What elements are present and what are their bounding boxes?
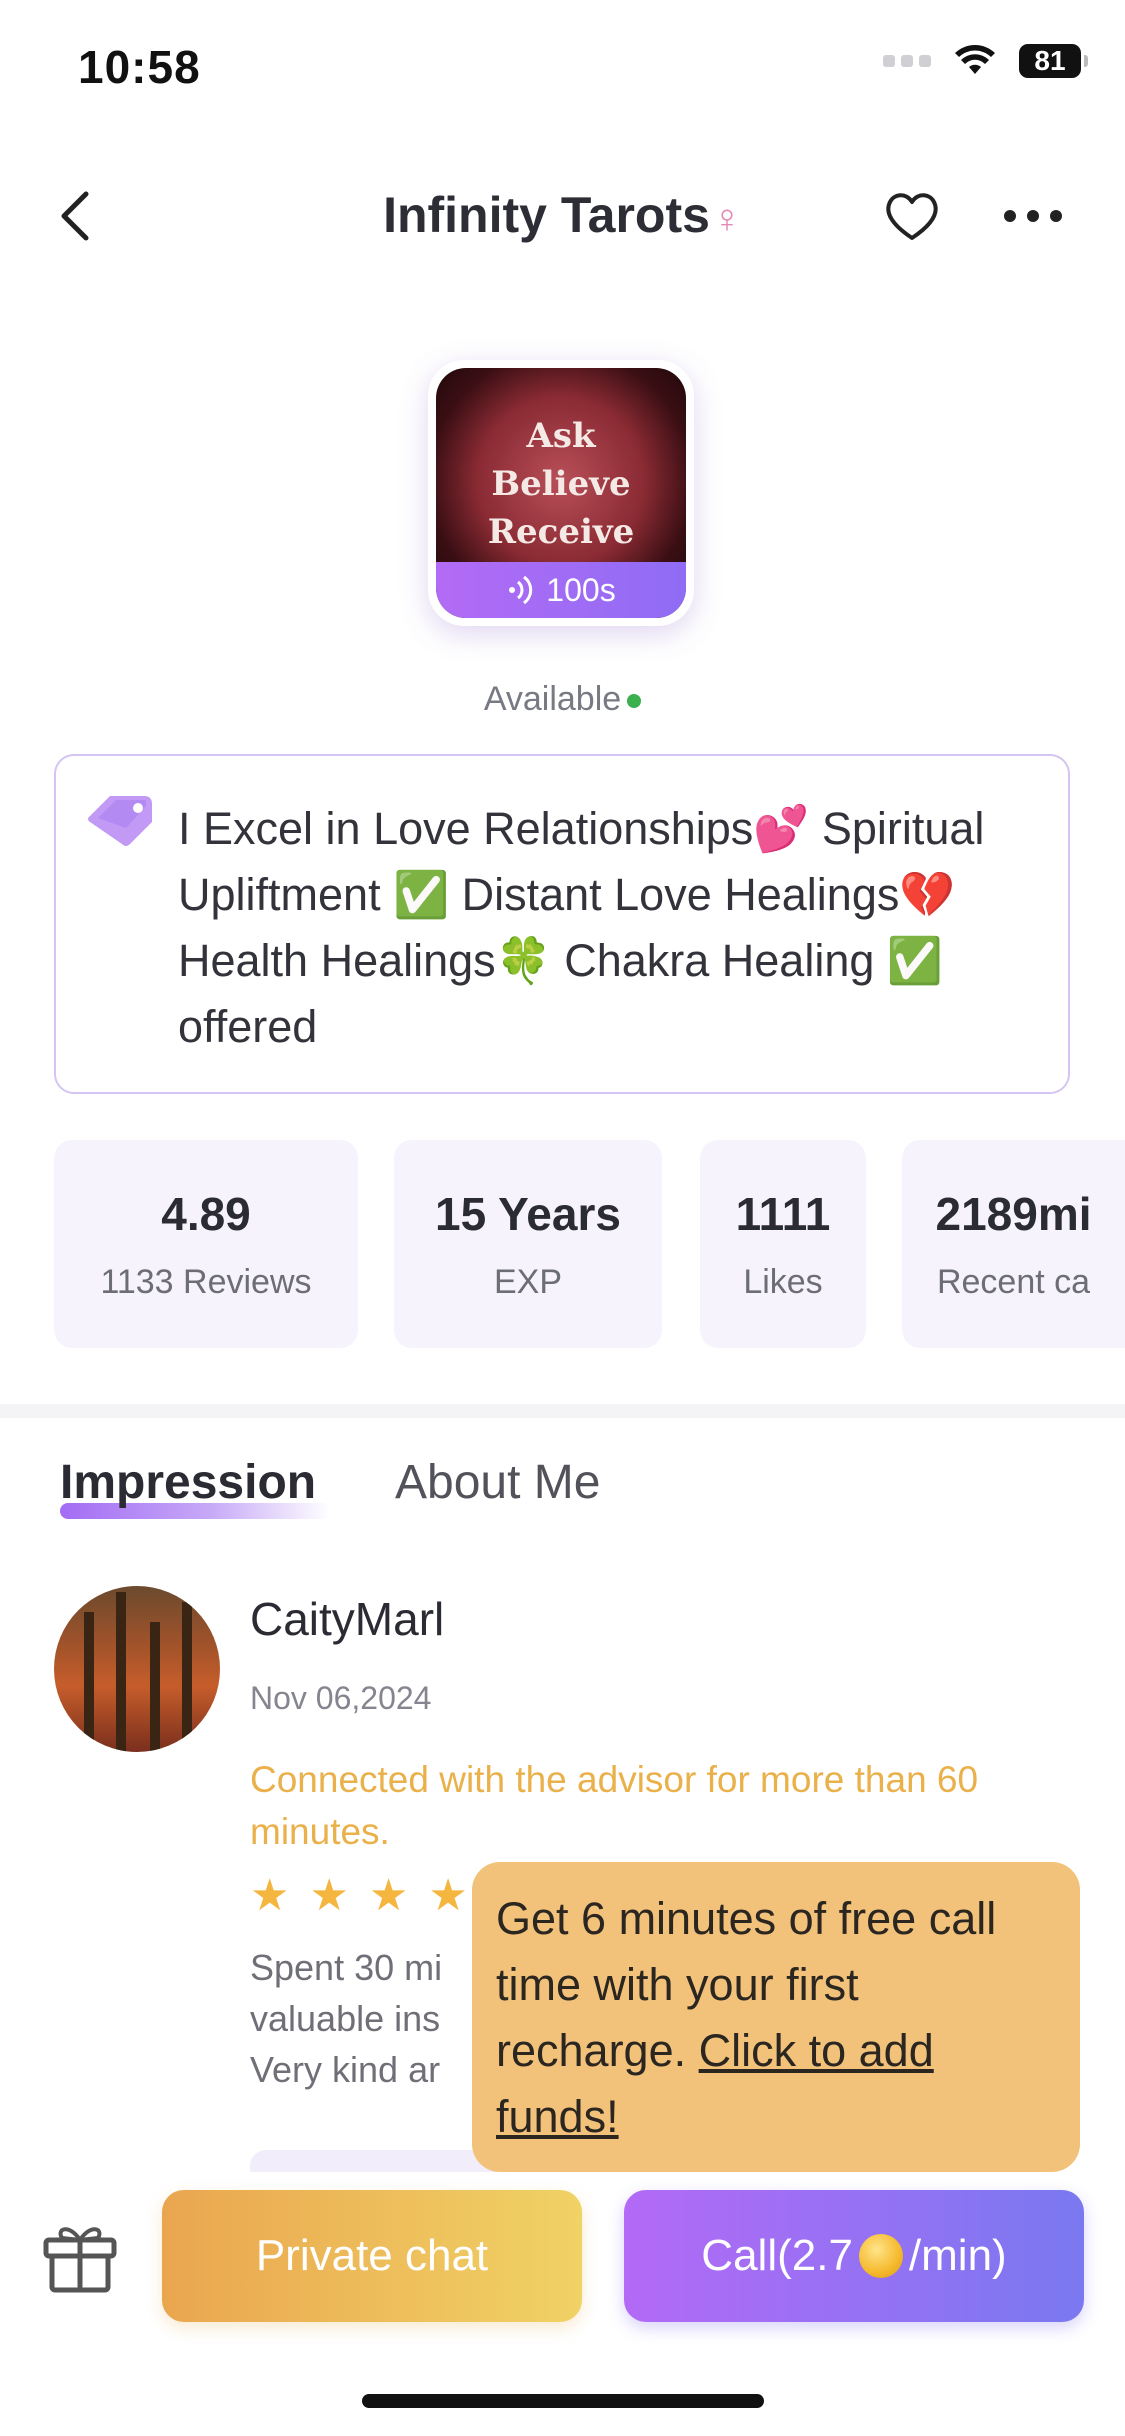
- star-icon: ★: [250, 1871, 290, 1920]
- section-divider: [0, 1404, 1125, 1418]
- page-title: Infinity Tarots♀: [0, 186, 1125, 244]
- status-time: 10:58: [78, 41, 201, 93]
- private-chat-button[interactable]: Private chat: [162, 2190, 582, 2322]
- call-rate-label: Call(2.7: [701, 2231, 853, 2280]
- likes-stat: 1111 Likes: [700, 1140, 866, 1348]
- avatar-image: Ask Believe Receive 100s: [436, 368, 686, 618]
- online-dot-icon: [627, 694, 642, 709]
- audio-duration: 100s: [546, 571, 616, 608]
- coin-icon: [858, 2234, 903, 2278]
- audio-wave-icon: [509, 575, 533, 605]
- tag-icon: [88, 796, 152, 846]
- star-icon: ★: [309, 1871, 349, 1920]
- call-rate-unit: /min): [908, 2231, 1007, 2280]
- avatar-wax-seal-text: Ask Believe Receive: [487, 416, 635, 552]
- review-date: Nov 06,2024: [250, 1680, 432, 1716]
- first-recharge-promo[interactable]: Get 6 minutes of free call time with you…: [472, 1862, 1080, 2172]
- cellular-signal-icon: [883, 55, 931, 67]
- availability-status: Available: [0, 680, 1125, 719]
- rating-stat[interactable]: 4.89 1133 Reviews: [54, 1140, 358, 1348]
- star-icon: ★: [428, 1871, 468, 1920]
- advisor-name: Infinity Tarots: [383, 187, 710, 243]
- reviewer-avatar: [54, 1586, 220, 1752]
- tab-about-me[interactable]: About Me: [395, 1455, 600, 1510]
- connection-duration-note: Connected with the advisor for more than…: [250, 1759, 979, 1852]
- specialty-description: I Excel in Love Relationships💕 Spiritual…: [178, 803, 985, 1052]
- favorite-heart-icon[interactable]: [882, 188, 942, 244]
- reviewer-name: CaityMarl: [250, 1593, 445, 1645]
- review-stars: ★ ★ ★ ★: [250, 1874, 468, 1918]
- status-icons: 81: [883, 44, 1088, 78]
- advisor-avatar[interactable]: Ask Believe Receive 100s: [428, 360, 694, 626]
- experience-stat: 15 Years EXP: [394, 1140, 662, 1348]
- battery-indicator: 81: [1019, 44, 1088, 78]
- tab-impression[interactable]: Impression: [60, 1455, 316, 1510]
- female-icon: ♀: [711, 197, 742, 241]
- wifi-icon: [955, 45, 995, 74]
- call-button[interactable]: Call(2.7 /min): [624, 2190, 1084, 2322]
- audio-intro-button[interactable]: 100s: [436, 562, 686, 618]
- home-indicator[interactable]: [362, 2394, 764, 2408]
- recent-calls-stat: 2189mi Recent ca: [902, 1140, 1125, 1348]
- gift-icon[interactable]: [40, 2218, 120, 2294]
- star-icon: ★: [368, 1871, 409, 1920]
- more-options-icon[interactable]: [1000, 196, 1066, 236]
